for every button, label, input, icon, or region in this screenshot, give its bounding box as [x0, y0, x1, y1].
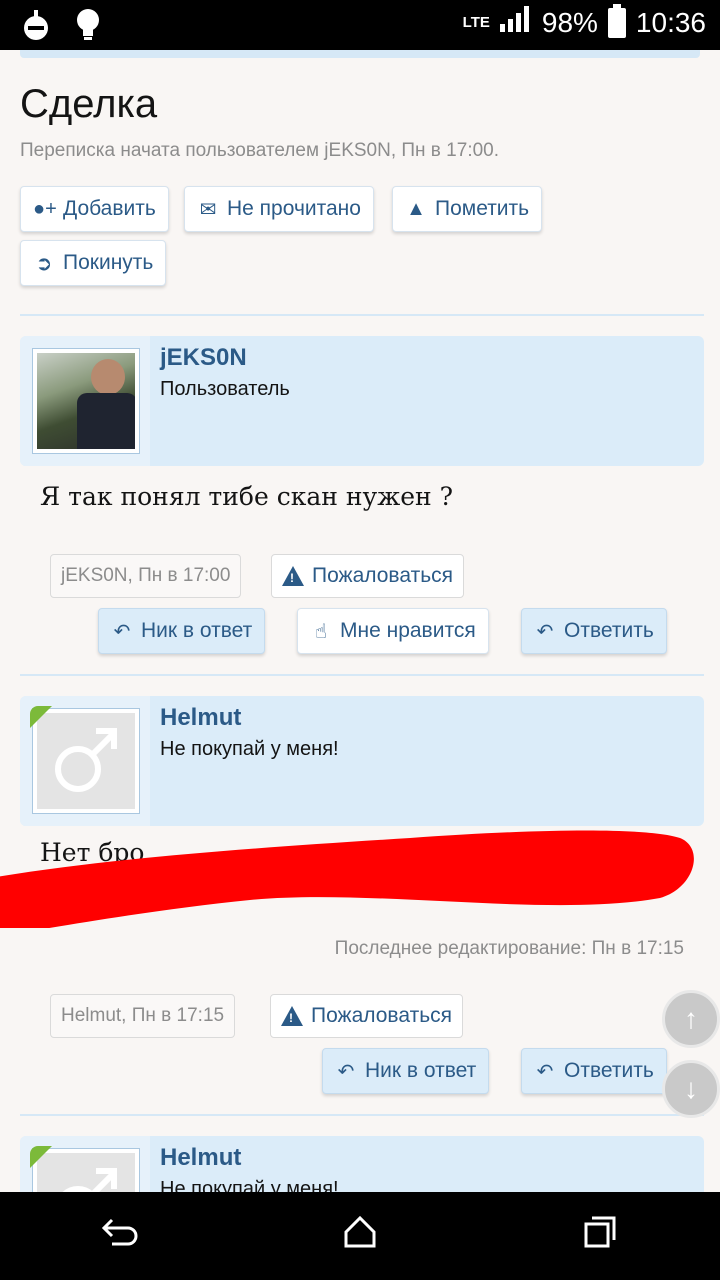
warning-icon: ! — [281, 1006, 303, 1026]
add-participant-button[interactable]: ●+ Добавить — [20, 186, 169, 232]
user-title: Пользователь — [160, 378, 290, 400]
divider — [20, 674, 704, 676]
lightbulb-icon — [76, 8, 100, 47]
message-meta[interactable]: jEKS0N, Пн в 17:00 — [50, 554, 242, 598]
message-user-panel: jEKS0N Пользователь — [20, 336, 704, 466]
clock: 10:36 — [635, 6, 706, 38]
battery-icon — [607, 3, 626, 38]
system-nav-bar — [0, 1192, 720, 1280]
user-title: Не покупай у меня! — [160, 738, 339, 760]
recents-icon — [584, 1216, 616, 1247]
message-text: Я так понял тибе скан нужен ? — [40, 482, 454, 511]
quote-nick-button[interactable]: ↶ Ник в ответ — [98, 608, 266, 654]
pin-icon: ▲ — [406, 197, 426, 220]
reply-icon: ↶ — [536, 1060, 554, 1083]
warning-icon: ! — [282, 566, 304, 586]
signal-icon — [499, 6, 532, 39]
home-icon — [344, 1215, 376, 1247]
report-button[interactable]: ! Пожаловаться — [271, 554, 465, 598]
report-button[interactable]: ! Пожаловаться — [270, 994, 464, 1038]
online-indicator — [30, 1146, 52, 1168]
divider — [20, 314, 704, 316]
username[interactable]: Helmut — [160, 1144, 241, 1172]
page-title: Сделка — [20, 82, 158, 126]
avatar-photo — [37, 353, 135, 449]
mark-unread-button[interactable]: ✉ Не прочитано — [184, 186, 374, 232]
message-user-panel: Helmut Не покупай у меня! — [20, 696, 704, 826]
battery-level: 98% — [541, 6, 598, 38]
envelope-icon: ✉ — [199, 198, 217, 221]
online-indicator — [30, 706, 52, 728]
sign-out-icon: ➲ — [35, 252, 53, 275]
reply-icon: ↶ — [113, 620, 131, 643]
header-bar-edge — [20, 50, 700, 58]
arrow-up-icon: ↑ — [684, 1003, 698, 1034]
reply-button[interactable]: ↶ Ответить — [521, 608, 667, 654]
conversation-page[interactable]: Сделка Переписка начата пользователем jE… — [0, 58, 720, 1192]
edit-note: Последнее редактирование: Пн в 17:15 — [334, 938, 684, 959]
notification-icon — [22, 8, 50, 47]
avatar[interactable] — [32, 348, 140, 454]
username[interactable]: Helmut — [160, 704, 241, 732]
message-user-panel: Helmut Не покупай у меня! — [20, 1136, 704, 1192]
like-button[interactable]: ☝ Мне нравится — [297, 608, 489, 654]
conversation-subtitle: Переписка начата пользователем jEKS0N, П… — [20, 140, 500, 161]
status-bar: LTE 98% 10:36 — [0, 0, 720, 50]
back-icon — [101, 1218, 138, 1245]
add-user-icon: ●+ — [33, 197, 57, 220]
reply-icon: ↶ — [337, 1060, 355, 1083]
reply-icon: ↶ — [536, 620, 554, 643]
scroll-up-button[interactable]: ↑ — [662, 990, 720, 1048]
user-title: Не покупай у меня! — [160, 1178, 339, 1192]
username[interactable]: jEKS0N — [160, 344, 247, 372]
home-button[interactable] — [320, 1214, 400, 1259]
reply-button[interactable]: ↶ Ответить — [521, 1048, 667, 1094]
message-meta[interactable]: Helmut, Пн в 17:15 — [50, 994, 236, 1038]
arrow-down-icon: ↓ — [684, 1073, 698, 1104]
divider — [20, 1114, 704, 1116]
recents-button[interactable] — [560, 1214, 640, 1259]
network-type: LTE — [462, 14, 490, 31]
back-button[interactable] — [80, 1214, 160, 1259]
quote-nick-button[interactable]: ↶ Ник в ответ — [322, 1048, 490, 1094]
star-conversation-button[interactable]: ▲ Пометить — [392, 186, 543, 232]
thumbs-up-icon: ☝ — [314, 620, 328, 643]
scroll-down-button[interactable]: ↓ — [662, 1060, 720, 1118]
leave-conversation-button[interactable]: ➲ Покинуть — [20, 240, 167, 286]
redaction-scribble — [0, 830, 694, 928]
